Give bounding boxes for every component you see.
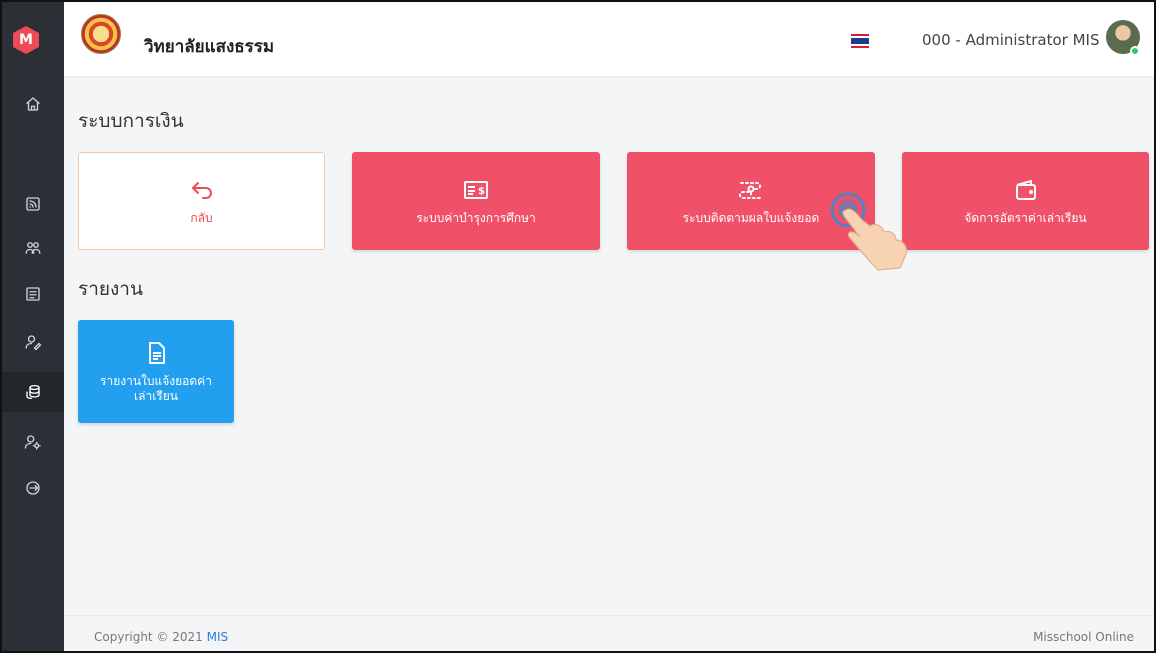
back-button[interactable]: กลับ <box>78 152 325 250</box>
statement-tracking-label: ระบบติดตามผลใบแจ้งยอด <box>682 210 820 225</box>
users-icon[interactable] <box>2 228 64 268</box>
footer: Copyright © 2021 MIS Misschool Online <box>64 615 1154 651</box>
tuition-statement-report-button[interactable]: รายงานใบแจ้งยอดค่า เล่าเรียน <box>78 320 234 423</box>
sidebar: M <box>2 2 64 651</box>
tuition-fee-system-label: ระบบค่าบำรุงการศึกษา <box>416 210 536 225</box>
school-name: วิทยาลัยแสงธรรม <box>144 37 275 57</box>
user-edit-icon[interactable] <box>2 322 64 362</box>
rss-icon[interactable] <box>2 184 64 224</box>
tuition-rate-management-button[interactable]: จัดการอัตราค่าเล่าเรียน <box>902 152 1149 250</box>
wallet-icon <box>1012 177 1040 203</box>
logout-icon[interactable] <box>2 468 64 508</box>
app-logo[interactable]: M <box>13 26 39 54</box>
copyright-text: Copyright © 2021 MIS <box>94 630 229 644</box>
document-icon <box>142 340 170 366</box>
mis-link[interactable]: MIS <box>207 630 229 644</box>
id-card-icon[interactable] <box>2 274 64 314</box>
tuition-statement-report-label: รายงานใบแจ้งยอดค่า เล่าเรียน <box>100 373 212 403</box>
route-tracking-icon <box>737 177 765 203</box>
back-label: กลับ <box>190 210 213 225</box>
online-status-badge <box>1130 46 1140 56</box>
cheque-icon: $ <box>462 177 490 203</box>
home-icon[interactable] <box>2 84 64 124</box>
top-header: วิทยาลัยแสงธรรม 000 - Administrator MIS <box>64 2 1154 76</box>
footer-brand: Misschool Online <box>1033 630 1134 644</box>
coins-icon[interactable] <box>2 372 64 412</box>
finance-section-title: ระบบการเงิน <box>78 110 184 132</box>
app-window: M วิทยาลัยแสงธรรม 000 - Administrator MI… <box>0 0 1156 653</box>
report-section-title: รายงาน <box>78 278 143 300</box>
tuition-rate-management-label: จัดการอัตราค่าเล่าเรียน <box>964 210 1087 225</box>
user-settings-icon[interactable] <box>2 422 64 462</box>
school-logo <box>81 14 121 54</box>
tuition-fee-system-button[interactable]: $ ระบบค่าบำรุงการศึกษา <box>352 152 600 250</box>
user-name[interactable]: 000 - Administrator MIS <box>922 31 1100 49</box>
svg-text:$: $ <box>478 186 485 197</box>
thai-flag-icon[interactable] <box>851 34 869 48</box>
statement-tracking-button[interactable]: ระบบติดตามผลใบแจ้งยอด <box>627 152 875 250</box>
back-arrow-icon <box>188 177 216 203</box>
